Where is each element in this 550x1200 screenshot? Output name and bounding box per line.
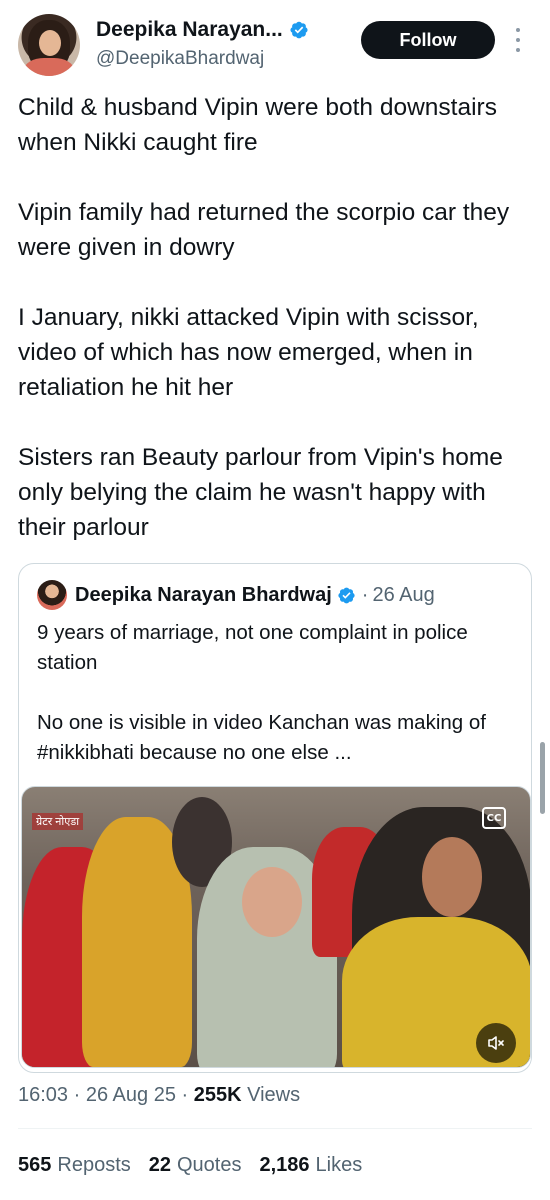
tweet-meta: 16:03 · 26 Aug 25 · 255K Views — [18, 1084, 300, 1107]
speaker-muted-glyph-icon — [488, 1036, 504, 1050]
reposts-label: Reposts — [57, 1154, 131, 1176]
tweet-paragraph: Vipin family had returned the scorpio ca… — [18, 199, 510, 261]
tweet-header: Deepika Narayan... @DeepikaBhardwaj Foll… — [0, 0, 550, 90]
avatar-face — [39, 30, 61, 56]
tweet-paragraph: I January, nikki attacked Vipin with sci… — [18, 304, 479, 401]
engagement-stats: 565 Reposts 22 Quotes 2,186 Likes — [18, 1154, 380, 1177]
quoted-tweet-card[interactable]: Deepika Narayan Bhardwaj · 26 Aug 9 year… — [18, 563, 532, 1073]
quoted-tweet-header: Deepika Narayan Bhardwaj · 26 Aug — [37, 580, 435, 610]
author-avatar[interactable] — [18, 14, 80, 76]
quotes-label: Quotes — [177, 1154, 242, 1176]
tweet-time[interactable]: 16:03 — [18, 1084, 68, 1106]
views-count: 255K — [193, 1084, 242, 1106]
video-person — [422, 837, 482, 917]
video-person — [242, 867, 302, 937]
quoted-tweet-body: 9 years of marriage, not one complaint i… — [37, 618, 521, 768]
author-display-name[interactable]: Deepika Narayan... — [96, 18, 283, 42]
tweet-paragraph: Sisters ran Beauty parlour from Vipin's … — [18, 444, 503, 541]
speaker-muted-icon[interactable] — [476, 1023, 516, 1063]
quoted-author-name: Deepika Narayan Bhardwaj — [75, 583, 332, 606]
author-name-row[interactable]: Deepika Narayan... — [96, 18, 309, 42]
likes-label: Likes — [315, 1154, 363, 1176]
tweet-paragraph: Child & husband Vipin were both downstai… — [18, 94, 497, 156]
quoted-author-avatar — [37, 580, 67, 610]
more-options-icon[interactable] — [514, 28, 522, 52]
avatar-shirt — [24, 58, 74, 76]
quoted-paragraph: No one is visible in video Kanchan was m… — [37, 711, 486, 764]
meta-separator: · — [181, 1084, 189, 1106]
meta-separator: · — [73, 1084, 81, 1106]
quotes-count: 22 — [148, 1154, 171, 1176]
likes-count: 2,186 — [259, 1154, 310, 1176]
author-handle[interactable]: @DeepikaBhardwaj — [96, 48, 264, 70]
quoted-separator: · — [361, 583, 369, 606]
tweet-body: Child & husband Vipin were both downstai… — [18, 90, 538, 545]
verified-badge-icon — [338, 587, 355, 603]
scrollbar[interactable] — [540, 742, 545, 814]
video-channel-tag: ग्रेटर नोएडा — [32, 813, 84, 830]
tweet-date[interactable]: 26 Aug 25 — [86, 1084, 176, 1106]
divider — [18, 1128, 532, 1129]
reposts-count: 565 — [18, 1154, 52, 1176]
quotes-stat[interactable]: 22 Quotes — [149, 1154, 242, 1177]
views-label: Views — [247, 1084, 301, 1106]
verified-badge-icon — [290, 21, 308, 39]
closed-captions-icon[interactable]: CC — [482, 807, 506, 829]
quoted-paragraph: 9 years of marriage, not one complaint i… — [37, 621, 468, 674]
reposts-stat[interactable]: 565 Reposts — [18, 1154, 131, 1177]
quoted-date: 26 Aug — [372, 583, 435, 606]
likes-stat[interactable]: 2,186 Likes — [259, 1154, 362, 1177]
follow-button[interactable]: Follow — [361, 21, 495, 59]
quoted-video[interactable]: ग्रेटर नोएडा CC — [21, 786, 531, 1068]
